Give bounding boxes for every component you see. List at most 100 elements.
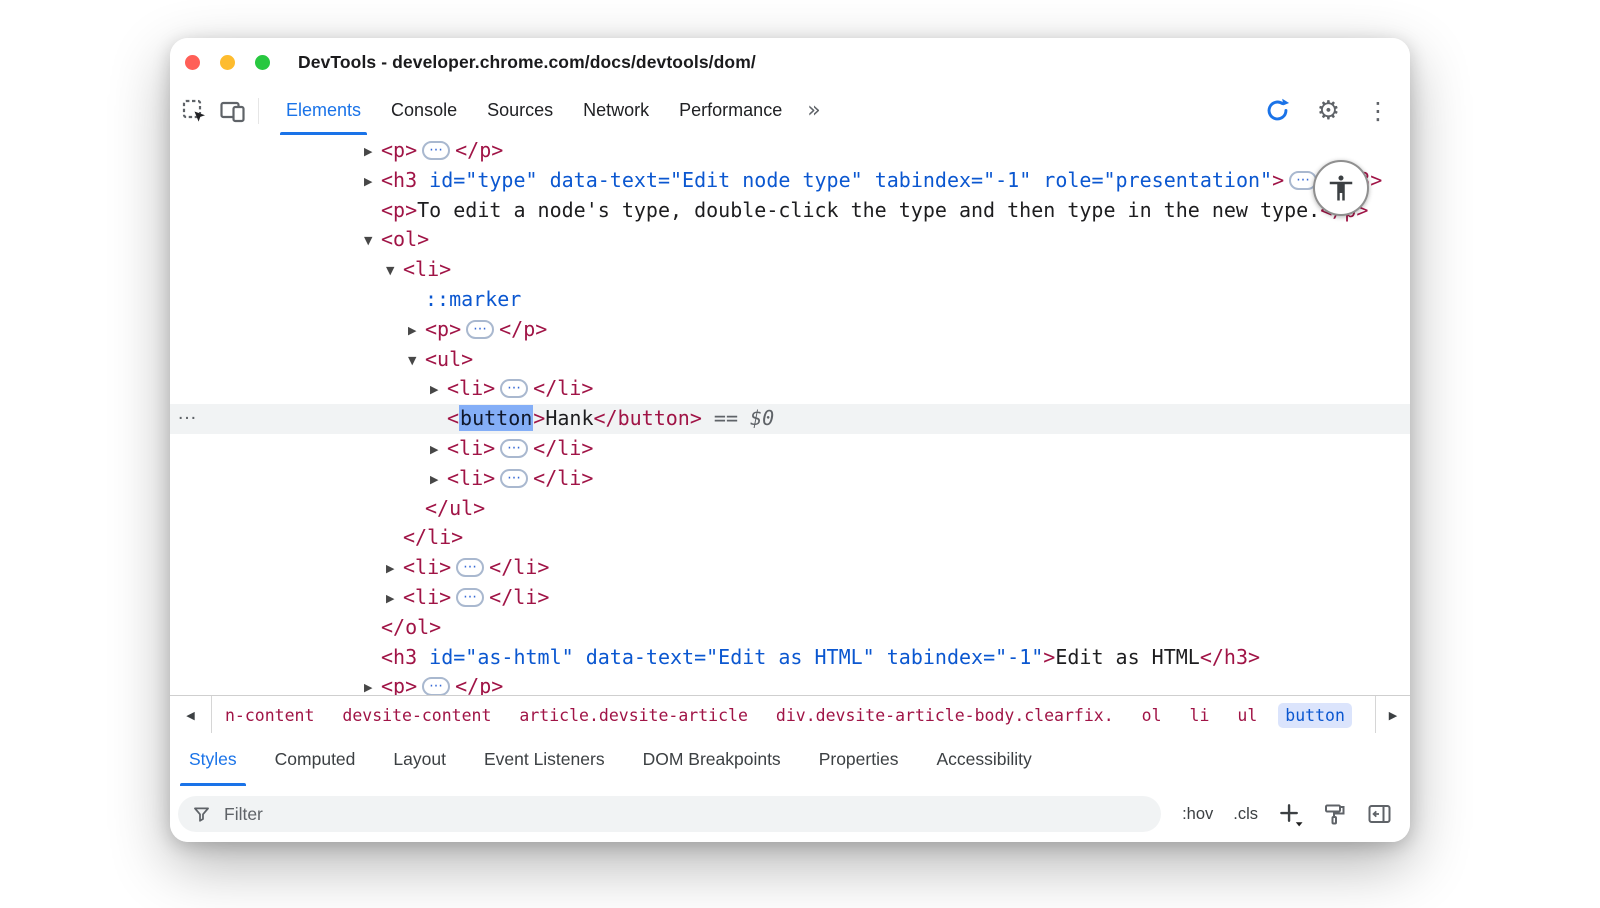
- selected-tag-name: button: [459, 405, 533, 431]
- refresh-button[interactable]: [1264, 97, 1291, 124]
- attribute-name-token: id=: [417, 645, 465, 669]
- breadcrumb-item[interactable]: button: [1278, 703, 1352, 728]
- more-actions-icon[interactable]: …: [177, 399, 198, 429]
- collapse-arrow-icon[interactable]: ▼: [364, 226, 381, 256]
- device-toolbar-button[interactable]: [218, 96, 248, 126]
- dom-tree-row[interactable]: ▶<li> ⋯ </li>: [170, 553, 1410, 583]
- collapsed-content-icon[interactable]: ⋯: [422, 677, 450, 696]
- collapsed-content-icon[interactable]: ⋯: [456, 558, 484, 577]
- tag-token: <li>: [403, 555, 451, 579]
- tab-accessibility[interactable]: Accessibility: [917, 733, 1050, 786]
- tab-event-listeners[interactable]: Event Listeners: [465, 733, 624, 786]
- attribute-value-token: "Edit as HTML": [706, 645, 875, 669]
- expand-arrow-icon[interactable]: ▶: [430, 375, 447, 405]
- attribute-name-token: tabindex=: [863, 168, 983, 192]
- attribute-name-token: role=: [1031, 168, 1103, 192]
- tag-token: </p>: [499, 317, 547, 341]
- dom-tree-row[interactable]: ▶<li>⋯</li>: [170, 434, 1410, 464]
- dom-tree-row[interactable]: ▶<li>⋯</li>: [170, 583, 1410, 613]
- expand-arrow-icon[interactable]: ▶: [386, 584, 403, 614]
- dom-tree-row[interactable]: ▶<p>⋯</p>: [170, 136, 1410, 166]
- dom-tree-row[interactable]: ▶<li>⋯</li>: [170, 464, 1410, 494]
- dom-tree-row[interactable]: <p>To edit a node's type, double-click t…: [170, 196, 1410, 226]
- tag-token: <h3: [381, 168, 417, 192]
- dom-tree-row[interactable]: ▼<li>: [170, 255, 1410, 285]
- close-button[interactable]: [185, 55, 200, 70]
- text-content: To edit a node's type, double-click the …: [417, 198, 1320, 222]
- expand-arrow-icon[interactable]: ▶: [364, 167, 381, 197]
- dom-tree-row[interactable]: ▼<ul>: [170, 345, 1410, 375]
- toggle-element-state-button[interactable]: :hov: [1182, 805, 1213, 824]
- collapse-arrow-icon[interactable]: ▼: [386, 256, 403, 286]
- attribute-value-token: "as-html": [465, 645, 573, 669]
- devtools-window: DevTools - developer.chrome.com/docs/dev…: [170, 38, 1410, 842]
- dom-tree-row[interactable]: ▶<h3 id="type" data-text="Edit node type…: [170, 166, 1410, 196]
- tab-console[interactable]: Console: [376, 86, 472, 135]
- breadcrumb-scroll-left-button[interactable]: ◀: [170, 696, 212, 734]
- breadcrumb-item[interactable]: article.devsite-article: [512, 703, 754, 728]
- tab-dom-breakpoints[interactable]: DOM Breakpoints: [624, 733, 800, 786]
- breadcrumb-item[interactable]: div.devsite-article-body.clearfix.: [769, 703, 1121, 728]
- kebab-menu-icon[interactable]: ⋮: [1366, 99, 1390, 123]
- settings-gear-icon[interactable]: ⚙: [1317, 98, 1340, 124]
- tab-elements[interactable]: Elements: [271, 86, 376, 135]
- tab-performance[interactable]: Performance: [664, 86, 797, 135]
- dom-tree-row[interactable]: ▼<ol>: [170, 225, 1410, 255]
- expand-arrow-icon[interactable]: ▶: [430, 435, 447, 465]
- tab-computed[interactable]: Computed: [256, 733, 375, 786]
- tag-token: <p>: [381, 198, 417, 222]
- dom-tree-row[interactable]: </li>: [170, 523, 1410, 553]
- expand-arrow-icon[interactable]: ▶: [364, 673, 381, 696]
- dom-tree-row[interactable]: ▶<p>⋯</p>: [170, 672, 1410, 696]
- tab-network[interactable]: Network: [568, 86, 664, 135]
- funnel-icon: [191, 804, 212, 825]
- dom-tree-row[interactable]: ▶<li>⋯</li>: [170, 374, 1410, 404]
- tag-token: <p>: [425, 317, 461, 341]
- dom-tree-row[interactable]: </ol>: [170, 613, 1410, 643]
- paint-format-button[interactable]: [1323, 802, 1347, 826]
- minimize-button[interactable]: [220, 55, 235, 70]
- window-title: DevTools - developer.chrome.com/docs/dev…: [298, 52, 756, 73]
- tab-layout[interactable]: Layout: [374, 733, 465, 786]
- tag-token: </li>: [403, 525, 463, 549]
- expand-arrow-icon[interactable]: ▶: [364, 137, 381, 167]
- zoom-button[interactable]: [255, 55, 270, 70]
- collapsed-content-icon[interactable]: ⋯: [422, 141, 450, 160]
- collapse-arrow-icon[interactable]: ▼: [408, 346, 425, 376]
- breadcrumb-scroll-right-button[interactable]: ▶: [1375, 696, 1410, 734]
- attribute-value-token: "-1": [995, 645, 1043, 669]
- more-tabs-button[interactable]: »: [807, 100, 820, 122]
- expand-arrow-icon[interactable]: ▶: [386, 554, 403, 584]
- dom-tree-row[interactable]: …<button>Hank</button> == $0: [170, 404, 1410, 434]
- dom-tree-row[interactable]: </ul>: [170, 494, 1410, 524]
- expand-arrow-icon[interactable]: ▶: [430, 465, 447, 495]
- window-titlebar: DevTools - developer.chrome.com/docs/dev…: [170, 38, 1410, 87]
- breadcrumb-item[interactable]: ul: [1230, 703, 1264, 728]
- expand-arrow-icon[interactable]: ▶: [408, 316, 425, 346]
- collapsed-content-icon[interactable]: ⋯: [456, 588, 484, 607]
- breadcrumb-item[interactable]: n-content: [218, 703, 321, 728]
- dom-tree: ▶<p>⋯</p>▶<h3 id="type" data-text="Edit …: [170, 135, 1410, 696]
- collapsed-content-icon[interactable]: ⋯: [500, 439, 528, 458]
- dom-tree-row[interactable]: ::marker: [170, 285, 1410, 315]
- new-style-rule-button[interactable]: [1278, 802, 1303, 827]
- tag-token: </h3>: [1200, 645, 1260, 669]
- collapsed-content-icon[interactable]: ⋯: [466, 320, 494, 339]
- element-classes-button[interactable]: .cls: [1233, 805, 1258, 824]
- dom-tree-row[interactable]: ▶<p> ⋯ </p>: [170, 315, 1410, 345]
- inspect-element-button[interactable]: [179, 96, 209, 126]
- breadcrumb-item[interactable]: devsite-content: [335, 703, 498, 728]
- styles-filter-input[interactable]: [222, 803, 1148, 826]
- styles-filter: [178, 796, 1161, 832]
- tab-sources[interactable]: Sources: [472, 86, 568, 135]
- tag-token: </li>: [489, 555, 549, 579]
- toggle-sidebar-button[interactable]: [1367, 802, 1392, 826]
- collapsed-content-icon[interactable]: ⋯: [500, 469, 528, 488]
- tab-properties[interactable]: Properties: [800, 733, 918, 786]
- dom-tree-row[interactable]: <h3 id="as-html" data-text="Edit as HTML…: [170, 643, 1410, 673]
- collapsed-content-icon[interactable]: ⋯: [500, 379, 528, 398]
- breadcrumb-item[interactable]: ol: [1135, 703, 1169, 728]
- attribute-name-token: data-text=: [538, 168, 670, 192]
- tab-styles[interactable]: Styles: [170, 733, 256, 786]
- breadcrumb-item[interactable]: li: [1183, 703, 1217, 728]
